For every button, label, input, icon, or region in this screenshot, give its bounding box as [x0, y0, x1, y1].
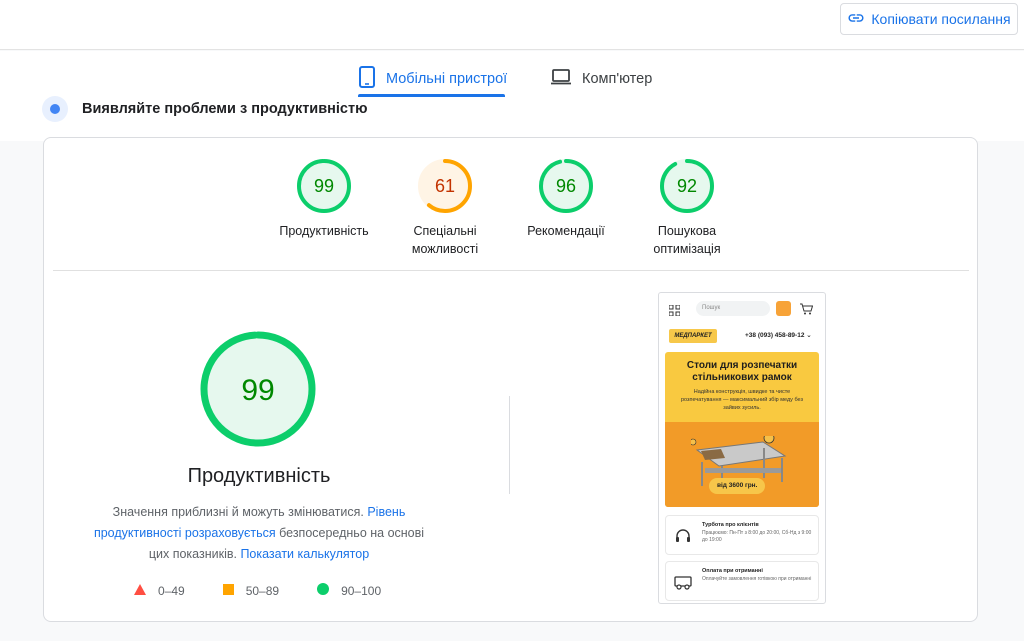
legend-pass-range: 90–100 — [341, 583, 382, 598]
cart-icon — [800, 302, 814, 320]
page-screenshot: Пошук МЕДПАРКЕТ +38 (093) 458-89-12 ⌄ Ст… — [658, 292, 826, 604]
gauge-seo-label: Пошукова оптимізація — [653, 224, 721, 256]
gauge-accessibility[interactable]: 61 Спеціальні можливості — [375, 158, 515, 258]
report-card: 99 Продуктивність 61 Спеціальні можливост… — [43, 137, 978, 622]
info-payment-title: Оплата при отриманні — [702, 568, 763, 574]
info-support-title: Турбота про клієнтів — [702, 522, 759, 528]
banner-text: Надійна конструкція, швидке та чисте роз… — [680, 389, 804, 411]
info-card-payment: Оплата при отриманні Оплачуйте замовленн… — [665, 561, 819, 601]
gauge-performance[interactable]: 99 Продуктивність — [254, 158, 394, 240]
performance-score-value: 99 — [241, 374, 274, 407]
banner-title: Столи для розпечатки стільникових рамок — [686, 360, 798, 383]
gauge-seo[interactable]: 92 Пошукова оптимізація — [617, 158, 757, 258]
info-payment-text: Оплачуйте замовлення готівкою при отрима… — [702, 576, 812, 582]
gauge-best-practices-label: Рекомендації — [527, 224, 605, 238]
triangle-icon — [134, 583, 146, 598]
phone-icon — [776, 301, 791, 316]
gauge-performance-label: Продуктивність — [279, 224, 369, 238]
gauge-performance-ring: 99 — [297, 159, 351, 213]
gauge-best-practices-ring: 96 — [539, 159, 593, 213]
tab-mobile-label: Мобільні пристрої — [386, 71, 508, 87]
gauge-best-practices-value: 96 — [556, 176, 576, 196]
legend-fail: 0–49 — [134, 583, 185, 598]
performance-gauge-large: 99 — [199, 330, 317, 453]
performance-gauge-large-ring: 99 — [200, 331, 316, 447]
gauge-accessibility-ring: 61 — [418, 159, 472, 213]
screenshot-header: Пошук — [659, 293, 825, 323]
performance-title: Продуктивність — [187, 465, 331, 487]
show-calculator-link[interactable]: Показати калькулятор — [240, 547, 369, 561]
info-support-text: Працюємо: Пн-Пт з 8:00 до 20:00, Сб-Нд з… — [702, 530, 812, 543]
square-icon — [222, 583, 234, 598]
legend-average-range: 50–89 — [245, 583, 280, 598]
score-gauges: 99 Продуктивність 61 Спеціальні можливост… — [44, 158, 977, 258]
top-bar: Копіювати посилання — [0, 0, 1024, 50]
tab-desktop-label: Комп'ютер — [582, 71, 653, 87]
screenshot-logo: МЕДПАРКЕТ — [669, 329, 717, 343]
info-card-support: Турбота про клієнтів Працюємо: Пн-Пт з 8… — [665, 515, 819, 555]
legend-pass: 90–100 — [317, 583, 381, 598]
legend-average: 50–89 — [222, 583, 280, 598]
screenshot-banner: Столи для розпечатки стільникових рамок … — [665, 352, 819, 507]
tab-desktop[interactable]: Комп'ютер — [550, 61, 652, 97]
legend-fail-range: 0–49 — [158, 583, 185, 598]
gauge-accessibility-label: Спеціальні можливості — [411, 224, 479, 256]
section-header: Виявляйте проблеми з продуктивністю — [42, 96, 367, 122]
link-icon — [847, 9, 865, 30]
vertical-separator — [509, 396, 510, 494]
score-legend: 0–49 50–89 90–100 — [134, 583, 381, 598]
copy-link-button[interactable]: Копіювати посилання — [840, 3, 1018, 35]
copy-link-label: Копіювати посилання — [871, 11, 1011, 27]
diagnostic-icon — [42, 96, 68, 122]
banner-price: від 3600 грн. — [709, 478, 766, 494]
gauge-performance-value: 99 — [314, 176, 334, 196]
screenshot-phone-number: +38 (093) 458-89-12 ⌄ — [745, 332, 812, 339]
circle-icon — [317, 583, 330, 598]
gauge-seo-ring: 92 — [660, 159, 714, 213]
performance-description: Значення приблизні й можуть змінюватися.… — [84, 502, 434, 565]
gauge-accessibility-value: 61 — [435, 176, 455, 196]
active-tab-indicator — [358, 94, 505, 97]
grid-menu-icon — [668, 303, 681, 321]
desc-text-1: Значення приблизні й можуть змінюватися. — [112, 505, 368, 519]
delivery-truck-icon — [674, 573, 692, 596]
gauge-seo-value: 92 — [677, 176, 697, 196]
headset-icon — [674, 527, 692, 550]
tab-mobile[interactable]: Мобільні пристрої — [358, 61, 507, 97]
divider — [53, 270, 969, 271]
laptop-icon — [550, 68, 572, 90]
section-title: Виявляйте проблеми з продуктивністю — [82, 101, 368, 117]
screenshot-search: Пошук — [696, 301, 770, 316]
gauge-best-practices[interactable]: 96 Рекомендації — [496, 158, 636, 240]
smartphone-icon — [358, 66, 376, 92]
